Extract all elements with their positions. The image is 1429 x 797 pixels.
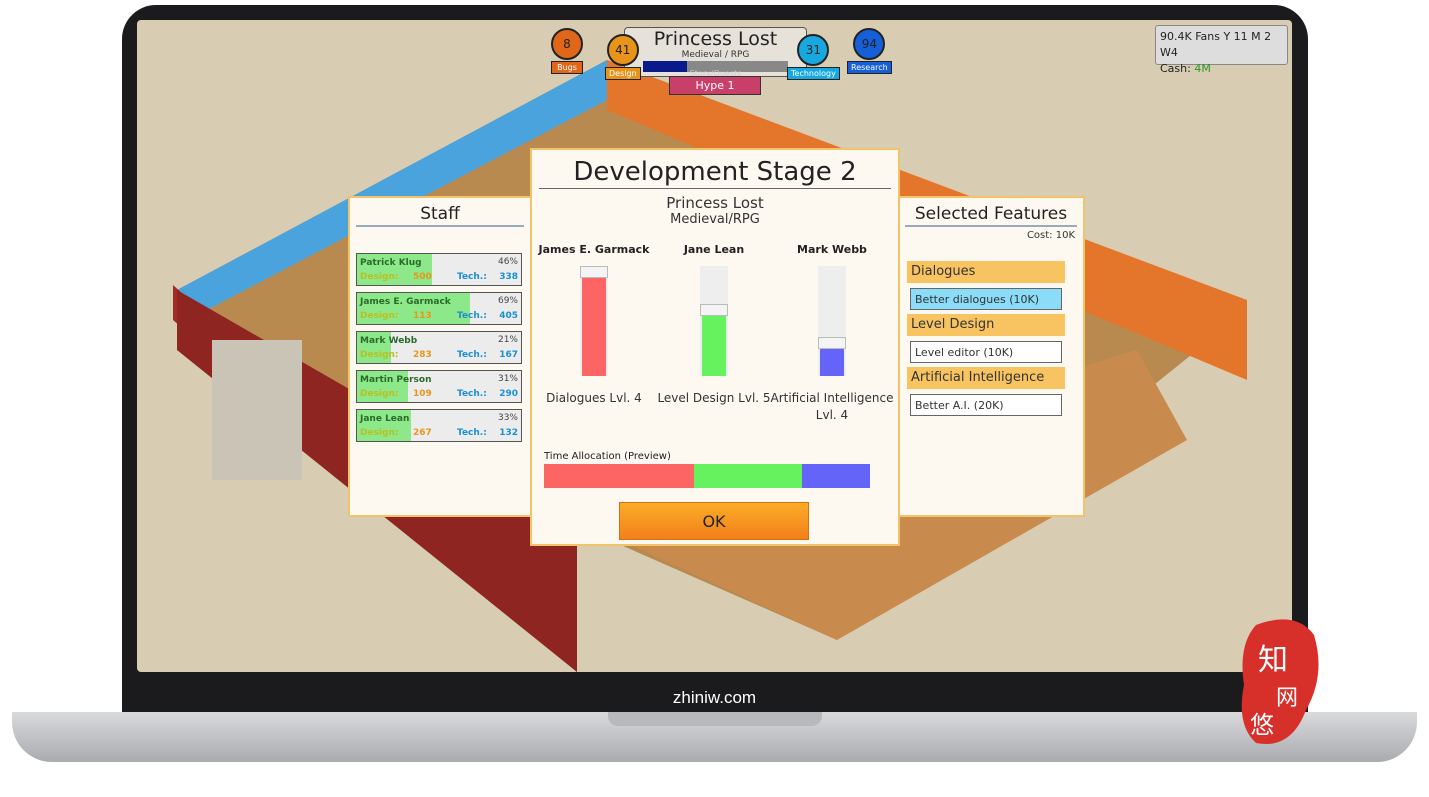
hype-badge: Hype 1 [669, 76, 761, 95]
tech-value: 132 [499, 428, 518, 438]
design-label: Design: [360, 389, 399, 399]
staff-row[interactable]: Mark Webb 21% Design: 283 Tech.: 167 [356, 331, 522, 364]
staff-row[interactable]: James E. Garmack 69% Design: 113 Tech.: … [356, 292, 522, 325]
fans-date: 90.4K Fans Y 11 M 2 W4 [1160, 30, 1272, 59]
feature-category: Level Design [907, 314, 1065, 336]
development-stage-dialog: Development Stage 2 Princess Lost Mediev… [530, 148, 900, 546]
dialog-genre: Medieval/RPG [670, 212, 760, 227]
tech-value: 290 [499, 389, 518, 399]
cash-label: Cash: [1160, 62, 1191, 75]
stat-bugs: 8 Bugs [551, 28, 583, 74]
focus-area: Artificial Intelligence Lvl. 4 [770, 391, 894, 422]
time-allocation-bar [544, 464, 884, 488]
feature-category: Artificial Intelligence [907, 367, 1065, 389]
features-panel: Selected Features Cost: 10K Dialogues Be… [897, 196, 1085, 517]
watermark-text: zhiniw.com [672, 688, 757, 707]
focus-slider[interactable] [700, 266, 728, 376]
tech-value: 338 [499, 272, 518, 282]
staff-name: James E. Garmack [538, 243, 650, 256]
staff-name: Jane Lean [360, 414, 410, 424]
stat-value: 31 [797, 34, 830, 66]
feature-option[interactable]: Level editor (10K) [910, 341, 1062, 363]
slider-handle[interactable] [818, 337, 846, 349]
stat-label: Bugs [551, 61, 583, 74]
dialog-title: Development Stage 2 [539, 157, 891, 189]
stat-label: Research [847, 61, 892, 74]
feature-option[interactable]: Better dialogues (10K) [910, 288, 1062, 310]
staff-title: Staff [356, 204, 524, 227]
stat-label: Design [605, 67, 641, 80]
status-panel: 90.4K Fans Y 11 M 2 W4 Cash: 4M [1155, 25, 1288, 75]
tech-label: Tech.: [457, 428, 487, 438]
tech-label: Tech.: [457, 311, 487, 321]
game-title-hud: Princess Lost Medieval / RPG Story/Quest… [624, 27, 807, 78]
feature-option[interactable]: Better A.I. (20K) [910, 394, 1062, 416]
allocation-segment [693, 464, 803, 488]
svg-text:知: 知 [1258, 643, 1288, 678]
staff-name: Mark Webb [360, 336, 418, 346]
staff-row[interactable]: Patrick Klug 46% Design: 500 Tech.: 338 [356, 253, 522, 286]
game-screen: Princess Lost Medieval / RPG Story/Quest… [137, 20, 1292, 672]
staff-row[interactable]: Martin Person 31% Design: 109 Tech.: 290 [356, 370, 522, 403]
design-label: Design: [360, 428, 399, 438]
staff-panel: Staff Patrick Klug 46% Design: 500 Tech.… [348, 196, 532, 517]
laptop-notch [608, 712, 822, 726]
tech-label: Tech.: [457, 272, 487, 282]
stat-value: 41 [606, 34, 639, 66]
game-genre: Medieval / RPG [681, 50, 750, 60]
focus-slider[interactable] [580, 265, 608, 376]
staff-progress: 69% [497, 296, 518, 306]
tech-value: 405 [499, 311, 518, 321]
dialog-game-title: Princess Lost [666, 194, 764, 212]
allocation-segment [802, 464, 871, 488]
design-value: 109 [413, 389, 432, 399]
stat-design: 41 Design [605, 34, 641, 80]
design-label: Design: [360, 311, 399, 321]
tech-value: 167 [499, 350, 518, 360]
staff-progress: 33% [497, 413, 518, 423]
design-value: 113 [413, 311, 432, 321]
tech-label: Tech.: [457, 389, 487, 399]
staff-row[interactable]: Jane Lean 33% Design: 267 Tech.: 132 [356, 409, 522, 442]
zhiniw-logo: 知 网 悠 [1241, 619, 1319, 745]
stat-value: 94 [853, 28, 886, 60]
focus-area: Dialogues Lvl. 4 [546, 391, 642, 405]
design-value: 283 [413, 350, 432, 360]
progress-bar: Story/Quests [643, 61, 788, 78]
stat-technology: 31 Technology [787, 34, 840, 80]
feature-category: Dialogues [907, 261, 1065, 283]
assignment-column: Mark Webb Artificial Intelligence Lvl. 4 [762, 243, 902, 424]
tech-label: Tech.: [457, 350, 487, 360]
features-title: Selected Features [905, 204, 1077, 227]
assignment-column: James E. Garmack Dialogues Lvl. 4 [524, 243, 664, 407]
design-label: Design: [360, 272, 399, 282]
features-cost: Cost: 10K [1026, 230, 1075, 241]
ok-button[interactable]: OK [619, 502, 809, 540]
focus-slider[interactable] [818, 266, 846, 376]
staff-name: Patrick Klug [360, 258, 422, 268]
staff-name: Mark Webb [797, 243, 867, 256]
stat-value: 8 [551, 28, 583, 60]
staff-name: James E. Garmack [360, 297, 451, 307]
game-title: Princess Lost [653, 28, 778, 50]
design-value: 267 [413, 428, 432, 438]
slider-handle[interactable] [700, 304, 728, 316]
svg-text:悠: 悠 [1250, 711, 1274, 739]
staff-progress: 31% [497, 374, 518, 384]
svg-text:网: 网 [1276, 686, 1298, 711]
staff-progress: 46% [497, 257, 518, 267]
time-allocation-label: Time Allocation (Preview) [544, 451, 671, 462]
stat-label: Technology [787, 67, 840, 80]
stat-research: 94 Research [847, 28, 892, 74]
design-value: 500 [413, 272, 432, 282]
design-label: Design: [360, 350, 399, 360]
staff-progress: 21% [497, 335, 518, 345]
staff-name: Martin Person [360, 375, 432, 385]
slider-handle[interactable] [580, 265, 608, 278]
allocation-segment [544, 464, 694, 488]
cash-value: 4M [1194, 62, 1211, 75]
